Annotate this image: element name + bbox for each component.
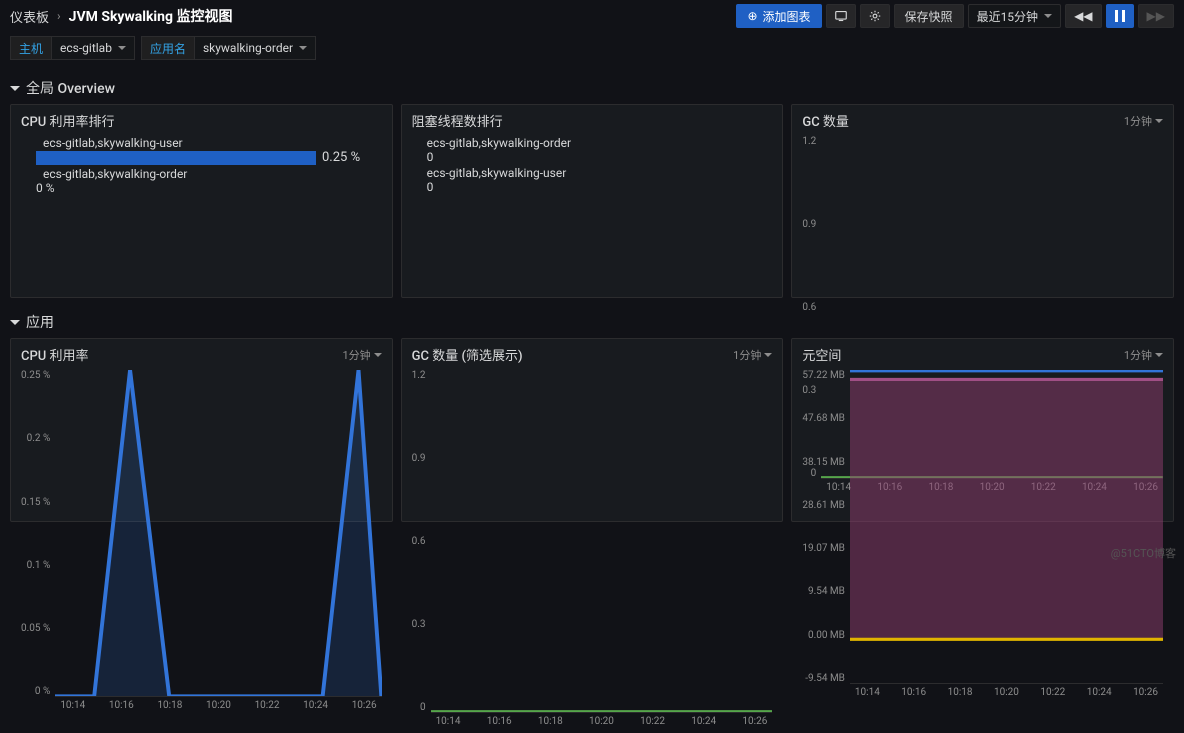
watermark: @51CTO博客: [1111, 545, 1176, 561]
section-overview-toggle[interactable]: 全局 Overview: [10, 72, 1174, 104]
app-filter-dropdown[interactable]: skywalking-order: [195, 36, 316, 60]
forward-button[interactable]: ▶▶: [1138, 4, 1174, 28]
chevron-right-icon: ›: [57, 9, 61, 23]
add-chart-button[interactable]: ⊕ 添加图表: [736, 4, 821, 28]
panel-title: GC 数量: [802, 111, 849, 130]
rewind-icon: ◀◀: [1074, 9, 1092, 23]
settings-button[interactable]: [860, 4, 890, 28]
pause-icon: [1115, 10, 1125, 22]
interval-dropdown[interactable]: 1分钟: [1124, 113, 1163, 129]
panel-cpu-rank: CPU 利用率排行 ecs-gitlab,skywalking-user 0.2…: [10, 104, 393, 298]
app-filter-label: 应用名: [141, 36, 195, 60]
forward-icon: ▶▶: [1147, 9, 1165, 23]
chevron-down-icon: [1155, 119, 1163, 123]
panel-gc-filter: GC 数量 (筛选展示) 1分钟 1.20.90.60.30 10:1410:1…: [401, 338, 784, 522]
cpu-usage-chart: 0.25 %0.2 %0.15 %0.1 %0.05 %0 % 10:1410:…: [21, 370, 382, 697]
panel-title: CPU 利用率: [21, 345, 89, 364]
panel-gc-count: GC 数量 1分钟 1.20.90.60.30 10:1410:1610:181…: [791, 104, 1174, 298]
page-title[interactable]: JVM Skywalking 监控视图: [69, 6, 233, 26]
list-item: ecs-gitlab,skywalking-order 0 %: [21, 167, 382, 195]
chevron-down-icon: [374, 353, 382, 357]
chevron-down-icon: [299, 46, 307, 50]
panel-blocked-threads: 阻塞线程数排行 ecs-gitlab,skywalking-order 0 ec…: [401, 104, 784, 298]
panel-title: 阻塞线程数排行: [412, 111, 503, 130]
rewind-button[interactable]: ◀◀: [1065, 4, 1101, 28]
bar-fill: [36, 151, 316, 165]
chevron-down-icon: [1044, 14, 1052, 18]
list-item: ecs-gitlab,skywalking-user 0.25 %: [21, 136, 382, 165]
pause-button[interactable]: [1106, 4, 1134, 28]
list-item: ecs-gitlab,skywalking-order 0: [412, 136, 773, 164]
host-filter-label: 主机: [10, 36, 52, 60]
time-range-dropdown[interactable]: 最近15分钟: [968, 4, 1062, 28]
breadcrumb: 仪表板 › JVM Skywalking 监控视图: [10, 6, 736, 26]
chevron-down-icon: [10, 86, 20, 91]
gear-icon: [869, 10, 881, 22]
panel-title: CPU 利用率排行: [21, 111, 115, 130]
interval-dropdown[interactable]: 1分钟: [733, 347, 772, 363]
gc-filter-chart: 1.20.90.60.30 10:1410:1610:1810:2010:221…: [412, 370, 773, 713]
chevron-down-icon: [764, 353, 772, 357]
interval-dropdown[interactable]: 1分钟: [342, 347, 381, 363]
chevron-down-icon: [118, 46, 126, 50]
monitor-icon-button[interactable]: [826, 4, 856, 28]
metaspace-chart: 57.22 MB47.68 MB38.15 MB28.61 MB19.07 MB…: [802, 370, 1163, 684]
plus-circle-icon: ⊕: [747, 9, 757, 23]
monitor-icon: [835, 10, 847, 22]
chevron-down-icon: [10, 320, 20, 325]
breadcrumb-root[interactable]: 仪表板: [10, 7, 49, 26]
panel-title: GC 数量 (筛选展示): [412, 345, 523, 364]
host-filter-dropdown[interactable]: ecs-gitlab: [52, 36, 135, 60]
panel-cpu-usage: CPU 利用率 1分钟 0.25 %0.2 %0.15 %0.1 %0.05 %…: [10, 338, 393, 522]
list-item: ecs-gitlab,skywalking-user 0: [412, 166, 773, 194]
save-snapshot-button[interactable]: 保存快照: [894, 4, 964, 28]
